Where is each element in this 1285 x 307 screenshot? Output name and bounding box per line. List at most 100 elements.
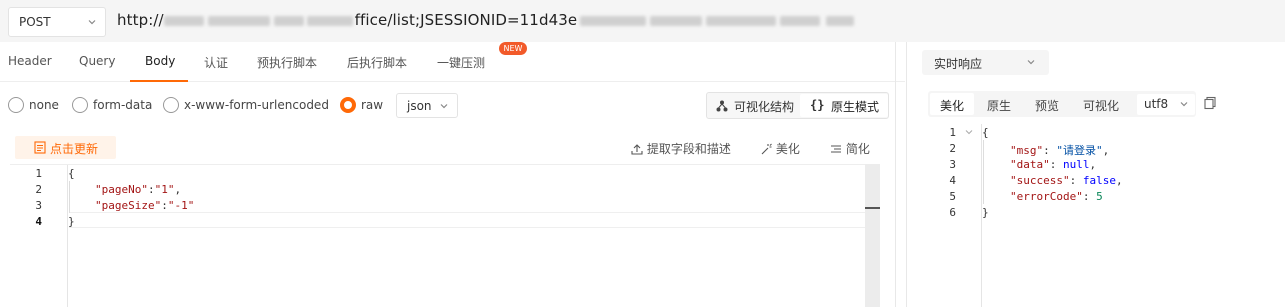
encoding-label: utf8 (1144, 97, 1169, 111)
url-bar: POST http:// ffice/list;JSESSIONID=11d43e (0, 0, 1285, 42)
json-key: "success" (1010, 174, 1070, 187)
beautify-label: 美化 (775, 142, 800, 156)
view-mode-toggle: 可视化结构 {} 原生模式 (706, 92, 889, 119)
url-prefix: http:// (117, 11, 164, 29)
response-tab-visual[interactable]: 可视化 (1083, 97, 1119, 114)
chevron-down-icon (1027, 60, 1035, 65)
mode-raw-button[interactable]: {} 原生模式 (800, 94, 888, 117)
json-comma: , (174, 183, 182, 196)
encoding-select[interactable]: utf8 (1137, 94, 1195, 115)
json-key: "data" (1010, 158, 1050, 171)
radio-circle-selected[interactable] (340, 97, 356, 113)
line-number: 1 (35, 167, 42, 180)
tab-body[interactable]: Body (145, 54, 175, 68)
scrollbar-thumb-marker[interactable] (865, 207, 880, 209)
tab-header[interactable]: Header (8, 54, 52, 68)
list-icon (831, 145, 841, 153)
response-tab-pretty[interactable]: 美化 (940, 97, 964, 114)
json-key: "msg" (1010, 144, 1044, 157)
json-value: "1" (154, 183, 175, 196)
new-badge: NEW (499, 42, 527, 55)
format-label: json (407, 99, 432, 113)
json-colon: : (161, 199, 168, 212)
url-input[interactable]: http:// ffice/list;JSESSIONID=11d43e (117, 11, 855, 29)
json-key: "pageNo" (95, 183, 148, 196)
response-view-label: 实时响应 (934, 57, 983, 71)
line-number: 2 (35, 183, 42, 196)
mode-visual-button[interactable]: 可视化结构 (707, 93, 800, 118)
simplify-label: 简化 (845, 142, 870, 156)
tree-structure-icon (716, 100, 728, 112)
radio-label: raw (361, 98, 384, 112)
mode-raw-label: 原生模式 (831, 100, 880, 114)
tab-load-test[interactable]: 一键压测 (437, 54, 485, 71)
request-body-editor[interactable]: 1 2 3 4 { "pageNo":"1", "pageSize":"-1" … (10, 164, 880, 307)
response-body-viewer[interactable]: 1 2 3 4 5 6 { "msg": "请登录", "data": null… (916, 124, 1285, 307)
json-key: "pageSize" (95, 199, 162, 212)
json-value: false (1082, 174, 1116, 187)
beautify-button[interactable]: 美化 (760, 140, 800, 157)
method-select[interactable]: POST (8, 7, 106, 37)
active-tab-underline (130, 80, 188, 82)
json-comma: , (1102, 144, 1110, 157)
line-number: 6 (949, 206, 956, 219)
radio-circle[interactable] (163, 97, 179, 113)
redacted-segment (826, 15, 855, 26)
radio-raw[interactable]: raw (340, 96, 383, 114)
code-line: "msg": "请登录", (1010, 144, 1110, 157)
code-brace-close: } (68, 215, 75, 228)
request-tabs: Header Query Body 认证 预执行脚本 后执行脚本 一键压测 (0, 42, 905, 82)
radio-form-data[interactable]: form-data (72, 96, 152, 114)
indent-guide (69, 181, 70, 213)
panel-divider[interactable] (895, 42, 896, 307)
redacted-segment (163, 15, 204, 26)
format-select[interactable]: json (396, 93, 458, 118)
line-number: 4 (949, 174, 956, 187)
copy-icon[interactable] (1203, 96, 1217, 110)
json-colon: : (147, 183, 155, 196)
json-comma: , (1089, 158, 1097, 171)
update-label: 点击更新 (50, 142, 99, 156)
method-label: POST (19, 15, 51, 29)
radio-none[interactable]: none (8, 96, 59, 114)
line-number: 4 (35, 215, 42, 228)
document-icon (34, 141, 46, 154)
editor-scrollbar[interactable] (865, 164, 880, 307)
chevron-down-icon (88, 20, 96, 25)
simplify-button[interactable]: 简化 (830, 140, 870, 157)
radio-urlencoded[interactable]: x-www-form-urlencoded (163, 96, 329, 114)
redacted-segment (306, 15, 353, 26)
line-number: 2 (949, 142, 956, 155)
active-line-highlight (69, 212, 875, 228)
code-line: "pageNo":"1", (95, 183, 181, 196)
line-number: 1 (949, 126, 956, 139)
line-number: 5 (949, 190, 956, 203)
magic-wand-icon (761, 143, 772, 155)
panel-divider (906, 42, 907, 307)
code-brace-open: { (982, 126, 989, 139)
braces-icon: {} (810, 98, 825, 112)
update-button[interactable]: 点击更新 (15, 136, 116, 159)
radio-circle[interactable] (8, 97, 24, 113)
code-brace-open: { (68, 167, 75, 180)
response-tab-preview[interactable]: 预览 (1035, 97, 1059, 114)
radio-label: form-data (93, 98, 153, 112)
tab-pre-script[interactable]: 预执行脚本 (257, 54, 317, 71)
chevron-down-icon (1180, 102, 1188, 107)
code-brace-close: } (982, 206, 989, 219)
response-view-select[interactable]: 实时响应 (922, 50, 1049, 75)
code-line: "errorCode": 5 (1010, 190, 1103, 203)
tab-query[interactable]: Query (79, 54, 115, 68)
radio-circle[interactable] (72, 97, 88, 113)
tab-auth[interactable]: 认证 (204, 54, 228, 71)
fold-chevron-icon[interactable] (965, 128, 973, 136)
extract-fields-button[interactable]: 提取字段和描述 (631, 140, 731, 157)
response-tab-raw[interactable]: 原生 (987, 97, 1011, 114)
upload-icon (631, 144, 643, 155)
code-line: "success": false, (1010, 174, 1123, 187)
radio-label: x-www-form-urlencoded (184, 98, 329, 112)
tab-post-script[interactable]: 后执行脚本 (347, 54, 407, 71)
extract-fields-label: 提取字段和描述 (646, 142, 731, 156)
json-value: "请登录" (1056, 144, 1103, 157)
redacted-segment (580, 15, 647, 26)
